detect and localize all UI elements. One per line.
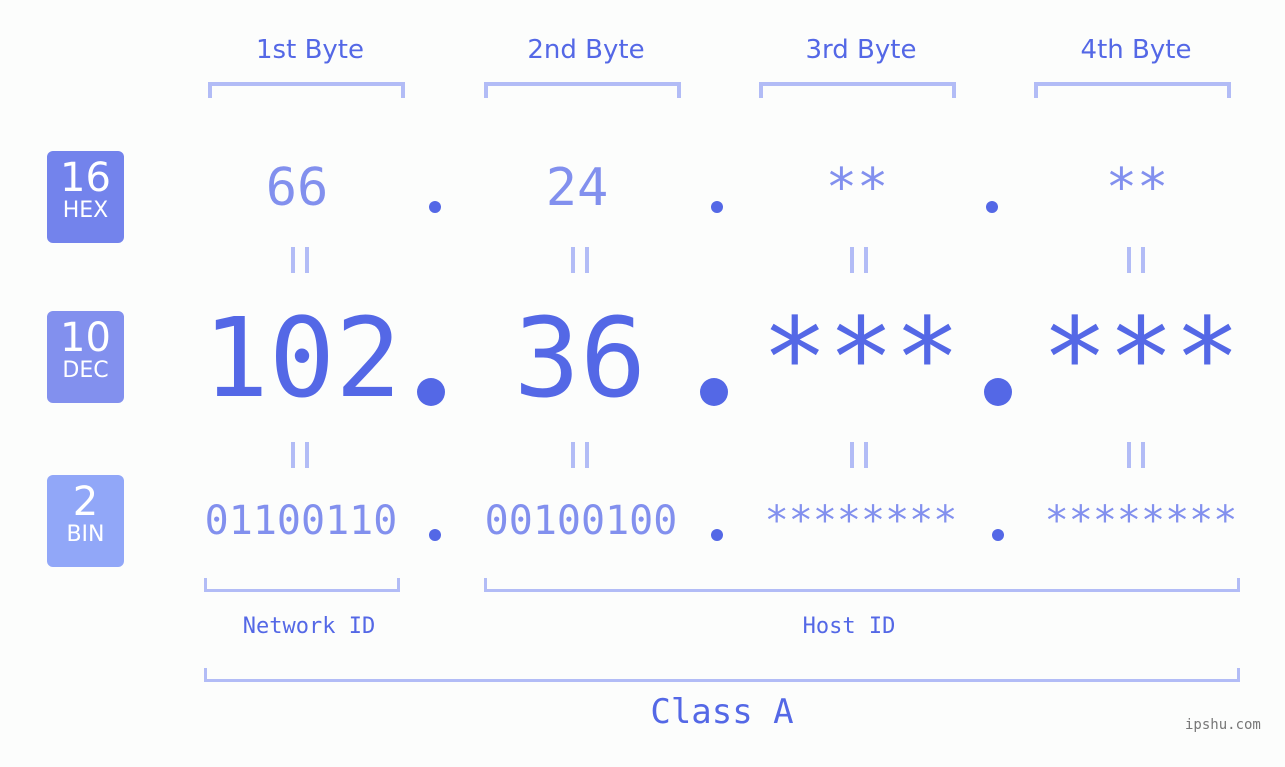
equals-icon — [571, 442, 589, 468]
equals-icon — [850, 247, 868, 273]
header-byte-3: 3rd Byte — [805, 35, 917, 65]
dec-label: DEC — [62, 358, 109, 383]
hex-byte-3: ** — [825, 158, 889, 218]
bin-byte-1: 01100110 — [204, 498, 398, 544]
bin-badge: 2 BIN — [47, 475, 124, 567]
class-label: Class A — [650, 692, 794, 732]
hex-base: 16 — [60, 155, 111, 201]
dec-byte-4: *** — [1041, 294, 1241, 422]
dec-byte-3: *** — [761, 294, 961, 422]
byte-1-bracket — [208, 82, 405, 98]
hex-badge: 16 HEX — [47, 151, 124, 243]
equals-icon — [1127, 442, 1145, 468]
dec-byte-2: 36 — [513, 294, 647, 422]
hex-byte-1: 66 — [265, 158, 329, 218]
network-id-label: Network ID — [242, 614, 376, 639]
dec-dot-2 — [700, 378, 728, 406]
bin-dot-1 — [429, 529, 441, 541]
hex-dot-3 — [986, 201, 998, 213]
bin-byte-3: ******** — [764, 498, 958, 544]
watermark: ipshu.com — [1185, 717, 1261, 733]
hex-label: HEX — [62, 198, 109, 223]
byte-2-bracket — [484, 82, 681, 98]
class-bracket — [204, 668, 1240, 682]
equals-icon — [850, 442, 868, 468]
host-id-bracket — [484, 578, 1240, 592]
byte-3-bracket — [759, 82, 956, 98]
bin-dot-3 — [992, 529, 1004, 541]
equals-icon — [571, 247, 589, 273]
bin-byte-4: ******** — [1044, 498, 1238, 544]
dec-dot-1 — [417, 378, 445, 406]
bin-dot-2 — [711, 529, 723, 541]
header-byte-2: 2nd Byte — [527, 35, 645, 65]
dec-dot-3 — [984, 378, 1012, 406]
hex-byte-2: 24 — [545, 158, 609, 218]
header-byte-4: 4th Byte — [1080, 35, 1192, 65]
hex-dot-2 — [711, 201, 723, 213]
bin-byte-2: 00100100 — [484, 498, 678, 544]
byte-4-bracket — [1034, 82, 1231, 98]
bin-label: BIN — [66, 522, 105, 547]
dec-badge: 10 DEC — [47, 311, 124, 403]
dec-base: 10 — [60, 315, 111, 361]
hex-dot-1 — [429, 201, 441, 213]
host-id-label: Host ID — [802, 614, 896, 639]
equals-icon — [1127, 247, 1145, 273]
equals-icon — [291, 442, 309, 468]
hex-byte-4: ** — [1105, 158, 1169, 218]
bin-base: 2 — [72, 479, 99, 525]
header-byte-1: 1st Byte — [256, 35, 364, 65]
dec-byte-1: 102 — [202, 294, 402, 422]
network-id-bracket — [204, 578, 400, 592]
equals-icon — [291, 247, 309, 273]
